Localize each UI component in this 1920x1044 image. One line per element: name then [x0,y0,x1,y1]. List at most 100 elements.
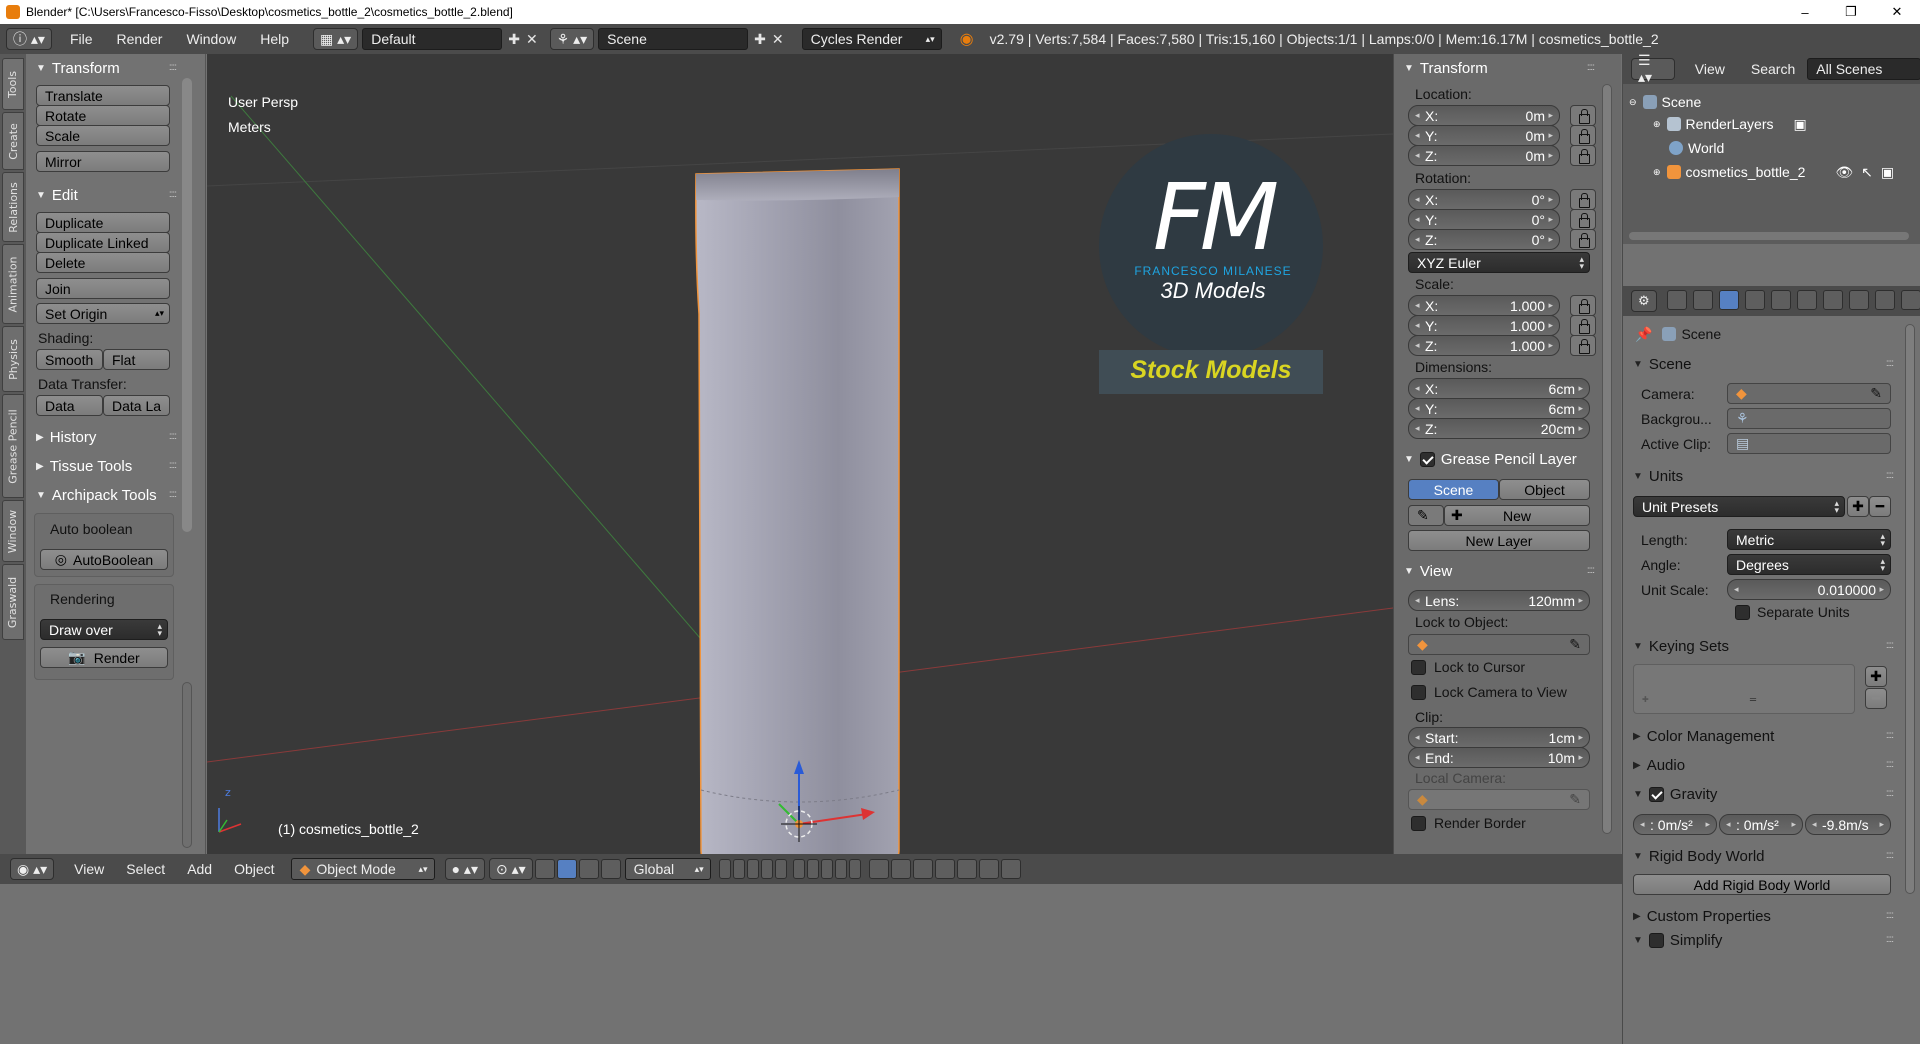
display-mode-select[interactable]: All Scenes [1807,58,1920,80]
render-button[interactable]: 📷 Render [40,647,168,668]
lens-field[interactable]: ◂ Lens: 120mm ▸ [1408,590,1590,611]
remove-keying-set-button[interactable]: ━ [1865,688,1887,709]
tool-shelf-scrollbar[interactable] [182,78,192,532]
lock-camera-checkbox[interactable] [1411,685,1426,700]
lock-scale-y-icon[interactable] [1570,315,1596,336]
transform-panel-header[interactable]: ▼ Transform:::: [26,56,186,80]
add-preset-button[interactable]: ✚ [1847,496,1869,517]
lock-scale-z-icon[interactable] [1570,335,1596,356]
editor-type-3d-icon[interactable]: ◉ ▴▾ [10,858,55,880]
scale-manipulator-icon[interactable] [600,859,621,879]
opengl-anim-render-icon[interactable] [1000,859,1021,879]
world-tab-icon[interactable] [1745,290,1765,310]
render-layers-tab-icon[interactable] [1693,290,1713,310]
selectable-icon[interactable]: ↖ [1861,164,1873,181]
gp-object-tab[interactable]: Object [1499,479,1590,500]
rotate-button[interactable]: Rotate [36,105,170,126]
minimize-button[interactable]: – [1782,0,1828,24]
translate-manipulator-icon[interactable] [556,859,577,879]
add-scene-icon[interactable]: ✚ [754,31,766,48]
scene-icon[interactable]: ⚘ ▴▾ [549,28,595,50]
remove-preset-button[interactable]: ━ [1869,496,1891,517]
n-transform-header[interactable]: ▼ Transform:::: [1394,56,1604,80]
tool-shelf-lower-scrollbar[interactable] [182,682,192,848]
viewport-shading-icon[interactable]: ● ▴▾ [444,858,485,880]
simplify-checkbox[interactable] [1648,932,1664,948]
keying-sets-header[interactable]: ▼ Keying Sets:::: [1623,634,1903,658]
layer-6[interactable] [792,859,805,879]
constraints-tab-icon[interactable] [1797,290,1817,310]
maximize-button[interactable]: ❐ [1828,0,1874,24]
menu-file[interactable]: File [70,31,93,47]
render-border-checkbox[interactable] [1411,816,1426,831]
lock-object-field[interactable]: ◆ ✎ [1408,634,1590,655]
outliner-scene-row[interactable]: ⊖ Scene [1629,92,1701,112]
angle-select[interactable]: Degrees ▴ ▾ [1727,554,1891,575]
lock-rotation-x-icon[interactable] [1570,189,1596,210]
lock-to-cursor-checkbox[interactable] [1411,660,1426,675]
autoboolean-button[interactable]: ◎ AutoBoolean [40,549,168,570]
outliner-view-menu[interactable]: View [1695,61,1725,77]
menu-object[interactable]: Object [234,861,274,877]
unit-scale-field[interactable]: ◂ 0.010000 ▸ [1727,579,1891,600]
lock-scale-x-icon[interactable] [1570,295,1596,316]
length-select[interactable]: Metric ▴ ▾ [1727,529,1891,550]
menu-render[interactable]: Render [117,31,163,47]
layer-buttons[interactable] [717,859,861,879]
duplicate-button[interactable]: Duplicate [36,212,170,233]
gp-scene-tab[interactable]: Scene [1408,479,1499,500]
scale-y-field[interactable]: ◂ Y: 1.000 ▸ [1408,315,1560,336]
flat-button[interactable]: Flat [103,349,170,370]
units-panel-header[interactable]: ▼ Units:::: [1623,464,1903,488]
join-button[interactable]: Join [36,278,170,299]
separate-units-checkbox[interactable] [1735,605,1750,620]
gp-new-button[interactable]: ✚ New [1444,505,1590,526]
outliner-renderlayers-row[interactable]: ⊕ RenderLayers ▣ [1653,114,1807,134]
audio-header[interactable]: ▶ Audio:::: [1623,753,1903,777]
outliner-editor-icon[interactable]: ☰ ▴▾ [1631,52,1675,85]
mirror-button[interactable]: Mirror [36,151,170,172]
local-camera-field[interactable]: ◆ ✎ [1408,789,1590,810]
editor-type-info-icon[interactable]: ⓘ ▴▾ [6,28,52,50]
renderable-icon[interactable]: ▣ [1881,164,1894,181]
n-panel-scrollbar[interactable] [1602,84,1612,834]
smooth-button[interactable]: Smooth [36,349,103,370]
modifiers-tab-icon[interactable] [1823,290,1843,310]
tab-create[interactable]: Create [2,112,24,170]
screen-layout-icon[interactable]: ▦ ▴▾ [313,28,359,50]
tab-tools[interactable]: Tools [2,58,24,110]
history-panel-header[interactable]: ▶ History:::: [26,425,186,449]
gravity-header[interactable]: ▼ Gravity:::: [1623,782,1903,806]
view-panel-header[interactable]: ▼ View:::: [1394,559,1604,583]
rotation-y-field[interactable]: ◂ Y: 0° ▸ [1408,209,1560,230]
material-tab-icon[interactable] [1875,290,1895,310]
archipack-panel-header[interactable]: ▼ Archipack Tools:::: [26,483,186,507]
location-y-field[interactable]: ◂ Y: 0m ▸ [1408,125,1560,146]
duplicate-linked-button[interactable]: Duplicate Linked [36,232,170,253]
remove-scene-icon[interactable]: ✕ [772,31,784,48]
gravity-checkbox[interactable] [1648,786,1664,802]
clip-start-field[interactable]: ◂ Start: 1cm ▸ [1408,727,1590,748]
gravity-y-field[interactable]: ◂: 0m/s² ▸ [1719,814,1803,835]
grease-pencil-checkbox[interactable] [1419,451,1435,467]
snap-element-icon[interactable] [956,859,977,879]
color-management-header[interactable]: ▶ Color Management:::: [1623,724,1903,748]
rotate-manipulator-icon[interactable] [578,859,599,879]
scale-x-field[interactable]: ◂ X: 1.000 ▸ [1408,295,1560,316]
tab-animation[interactable]: Animation [2,244,24,324]
layer-7[interactable] [806,859,819,879]
gp-pencil-icon[interactable]: ✎ [1408,505,1444,526]
bottle-body[interactable] [695,168,900,854]
outliner-search-menu[interactable]: Search [1751,61,1795,77]
proportional-edit-icon[interactable] [890,859,911,879]
scene-field[interactable]: Scene [598,28,749,50]
edit-panel-header[interactable]: ▼ Edit:::: [26,183,186,207]
outliner-hscroll[interactable] [1629,232,1909,240]
scene-panel-header[interactable]: ▼ Scene:::: [1623,352,1903,376]
proportional-falloff-icon[interactable] [912,859,933,879]
lock-location-y-icon[interactable] [1570,125,1596,146]
clip-end-field[interactable]: ◂ End: 10m ▸ [1408,747,1590,768]
simplify-header[interactable]: ▼ Simplify:::: [1623,928,1903,952]
layer-5[interactable] [774,859,787,879]
eyedropper-icon[interactable]: ✎ [1569,636,1581,653]
